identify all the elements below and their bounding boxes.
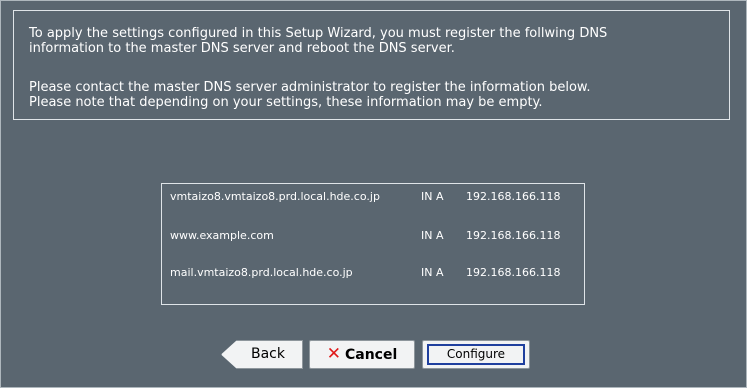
dns-records-box: vmtaizo8.vmtaizo8.prd.local.hde.co.jp IN… [161, 183, 585, 305]
record-address: 192.168.166.118 [466, 190, 561, 203]
instruction-line-1: To apply the settings configured in this… [29, 26, 608, 41]
record-type: IN A [421, 190, 444, 203]
instruction-line-3: Please contact the master DNS server adm… [29, 80, 591, 95]
record-type: IN A [421, 266, 444, 279]
cancel-button[interactable]: ✕ Cancel [309, 340, 415, 369]
close-icon: ✕ [326, 344, 341, 364]
configure-button-label: Configure [427, 344, 525, 365]
record-type: IN A [421, 229, 444, 242]
record-address: 192.168.166.118 [466, 229, 561, 242]
record-hostname: vmtaizo8.vmtaizo8.prd.local.hde.co.jp [170, 190, 380, 203]
dns-record-row: mail.vmtaizo8.prd.local.hde.co.jp IN A 1… [162, 265, 584, 281]
record-hostname: mail.vmtaizo8.prd.local.hde.co.jp [170, 266, 353, 279]
configure-button[interactable]: Configure [422, 340, 530, 369]
cancel-button-label: Cancel [344, 347, 398, 363]
dns-record-row: www.example.com IN A 192.168.166.118 [162, 228, 584, 244]
instruction-line-2: information to the master DNS server and… [29, 41, 455, 56]
record-hostname: www.example.com [170, 229, 274, 242]
back-button[interactable]: Back [221, 340, 303, 369]
record-address: 192.168.166.118 [466, 266, 561, 279]
instruction-line-4: Please note that depending on your setti… [29, 95, 543, 110]
dns-record-row: vmtaizo8.vmtaizo8.prd.local.hde.co.jp IN… [162, 189, 584, 205]
wizard-panel: To apply the settings configured in this… [0, 0, 747, 388]
